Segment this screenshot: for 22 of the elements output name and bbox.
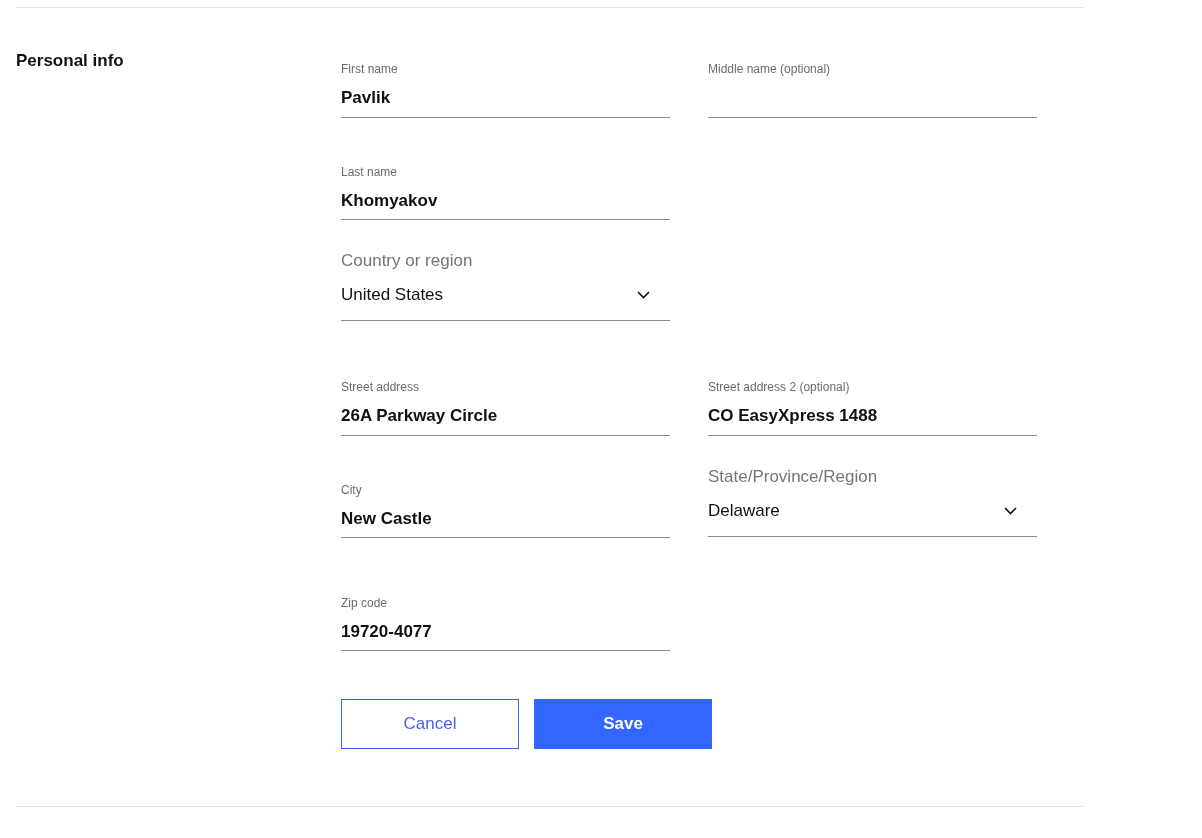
section-title: Personal info	[16, 50, 125, 72]
field-label: Last name	[341, 163, 399, 180]
field-label: Country or region	[341, 250, 474, 272]
field-label: First name	[341, 61, 399, 77]
input-field[interactable]: New Castle	[341, 508, 670, 538]
field-label: Street address	[341, 379, 421, 395]
chevron-down-icon	[637, 291, 650, 299]
field-label: City	[341, 481, 363, 498]
field-label: Middle name (optional)	[708, 61, 832, 77]
input-field[interactable]: CO EasyXpress 1488	[708, 405, 1037, 436]
input-field[interactable]: Khomyakov	[341, 190, 670, 220]
cancel-button[interactable]: Cancel	[341, 699, 519, 749]
field-label: Street address 2 (optional)	[708, 379, 851, 395]
field-label: State/Province/Region	[708, 465, 879, 488]
input-field[interactable]: 26A Parkway Circle	[341, 405, 670, 436]
dropdown[interactable]: United States	[341, 284, 670, 321]
field-label: Zip code	[341, 594, 389, 611]
chevron-down-icon	[1004, 506, 1017, 515]
input-field[interactable]: Pavlik	[341, 87, 670, 118]
input-field[interactable]: 19720-4077	[341, 621, 670, 651]
dropdown[interactable]: Delaware	[708, 499, 1037, 537]
save-button[interactable]: Save	[534, 699, 712, 749]
